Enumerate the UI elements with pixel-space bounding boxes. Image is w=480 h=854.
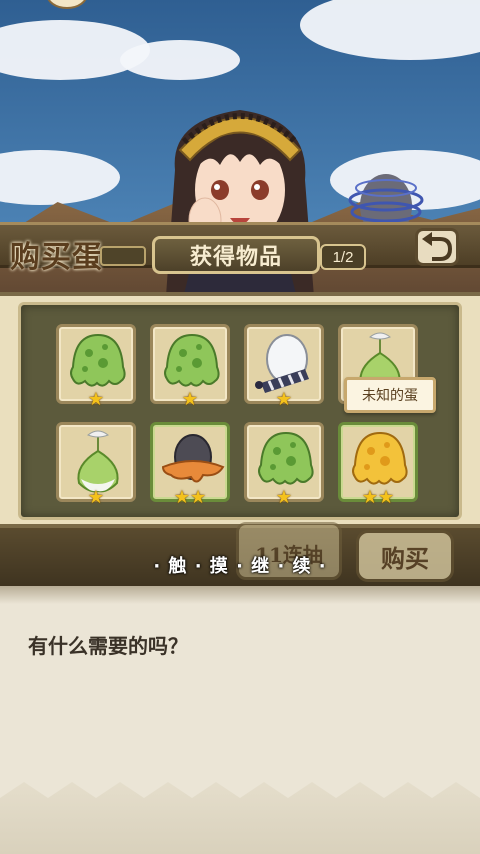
item-slot-5[interactable]: ★ <box>56 422 136 507</box>
title-wing-left <box>100 246 146 266</box>
back-button[interactable] <box>415 228 459 266</box>
dialogue-box[interactable] <box>0 586 480 854</box>
buy-button[interactable]: 购买 <box>356 530 454 582</box>
item-slot-2[interactable]: ★ <box>150 324 230 409</box>
star-rating: ★ <box>87 389 105 410</box>
modal-title-bar: 获得物品 1/2 <box>100 236 368 276</box>
star-rating: ★ <box>275 487 293 508</box>
star-rating: ★ <box>181 389 199 410</box>
page-indicator: 1/2 <box>320 244 366 270</box>
item-slot-8[interactable]: ★★ <box>338 422 418 507</box>
star-rating: ★ <box>275 389 293 410</box>
cloud <box>120 40 240 80</box>
return-arrow-icon <box>422 232 453 261</box>
item-slot-1[interactable]: ★ <box>56 324 136 409</box>
modal-title: 获得物品 <box>189 244 282 270</box>
top-badge-icon <box>47 0 87 9</box>
star-rating: ★★ <box>173 487 207 508</box>
dialogue-decoration <box>0 782 480 854</box>
dialogue-text: 有什么需要的吗？ <box>28 634 188 658</box>
title-plate: 获得物品 <box>152 236 320 274</box>
star-rating: ★ <box>87 487 105 508</box>
star-rating: ★★ <box>361 487 395 508</box>
item-slot-7[interactable]: ★ <box>244 422 324 507</box>
item-slot-6[interactable]: ★★ <box>150 422 230 507</box>
touch-to-continue-hint[interactable]: · 触 · 摸 · 继 · 续 · <box>140 552 340 577</box>
item-grid: ★ ★ ★ ★ ★★ ★ ★★ <box>56 324 426 508</box>
item-slot-3[interactable]: ★ <box>244 324 324 409</box>
shopkeeper-character <box>165 110 315 310</box>
shop-title: 购买蛋 <box>10 240 103 275</box>
item-tooltip: 未知的蛋 <box>344 377 436 413</box>
